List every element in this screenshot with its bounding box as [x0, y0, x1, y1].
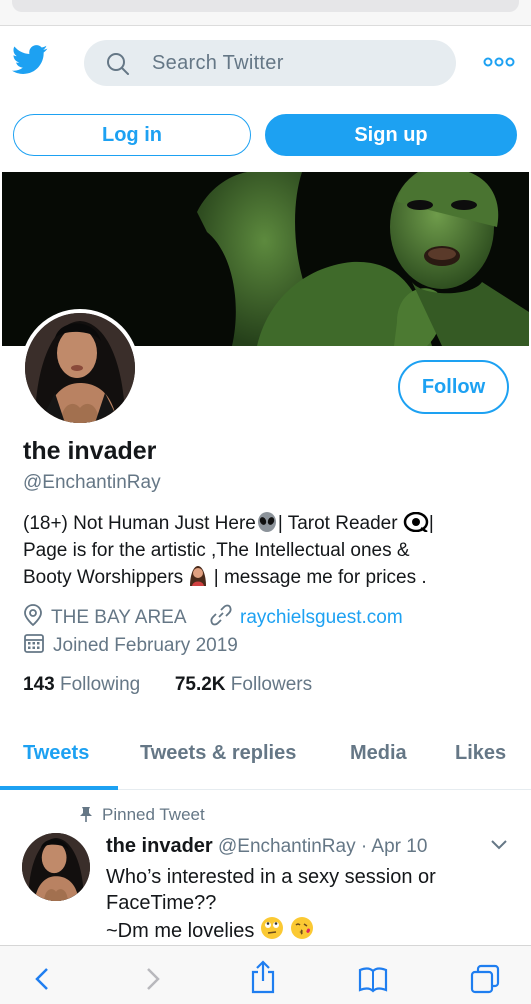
woman-emoji-icon [190, 566, 207, 586]
tweet-avatar-photo [22, 833, 90, 901]
twitter-bird-icon[interactable] [12, 44, 48, 76]
tweet-date[interactable]: Apr 10 [371, 836, 427, 857]
active-tab-indicator [0, 786, 118, 790]
bio-text: | message me for prices . [213, 567, 427, 588]
bio-text: | [428, 513, 434, 534]
profile-stats: 143 Following 75.2K Followers [23, 674, 312, 696]
location-icon [24, 604, 42, 626]
tweet-line: FaceTime?? [106, 892, 217, 914]
login-button[interactable]: Log in [13, 114, 251, 156]
following-link[interactable]: 143 Following [23, 674, 140, 695]
rolling-eyes-emoji-icon [260, 917, 283, 939]
profile-handle: @EnchantinRay [23, 472, 161, 493]
tweet-avatar[interactable] [22, 833, 90, 901]
forward-icon[interactable] [137, 964, 167, 994]
profile-website-link[interactable]: raychielsguest.com [240, 607, 403, 628]
tabs-icon[interactable] [470, 964, 500, 994]
tweet-author-handle[interactable]: @EnchantinRay [218, 836, 356, 857]
tab-tweets[interactable]: Tweets [23, 742, 89, 765]
follow-button[interactable]: Follow [398, 360, 509, 414]
more-icon[interactable] [482, 54, 516, 70]
link-icon [210, 604, 232, 626]
back-icon[interactable] [28, 964, 58, 994]
alien-emoji-icon [257, 512, 276, 532]
search-placeholder: Search Twitter [152, 52, 284, 74]
tweet-line: Who’s interested in a sexy session or [106, 866, 436, 888]
profile-meta-joined: Joined February 2019 [23, 632, 238, 657]
followers-label: Followers [230, 674, 313, 695]
search-input[interactable]: Search Twitter [84, 40, 456, 86]
bookmarks-icon[interactable] [358, 964, 388, 994]
eye-emoji-icon [403, 512, 429, 532]
tab-likes[interactable]: Likes [455, 742, 506, 765]
tweet-separator: · [360, 836, 368, 857]
chevron-down-icon[interactable] [490, 838, 508, 852]
browser-address-area [0, 0, 531, 26]
profile-joined: Joined February 2019 [53, 635, 238, 656]
kiss-emoji-icon [290, 917, 313, 939]
search-icon [107, 53, 129, 75]
app-header: Search Twitter [0, 27, 531, 97]
profile-name: the invader [23, 437, 157, 465]
signup-button[interactable]: Sign up [265, 114, 517, 156]
profile-avatar[interactable] [21, 309, 139, 427]
tweet-line: ~Dm me lovelies [106, 920, 255, 942]
pinned-label-text: Pinned Tweet [102, 805, 205, 824]
bio-text: Booty Worshippers [23, 567, 184, 588]
profile-meta-location-website: THE BAY AREA raychielsguest.com [23, 604, 403, 629]
followers-count: 75.2K [174, 674, 226, 695]
tweet-header: the invader @EnchantinRay · Apr 10 [106, 835, 427, 858]
bio-text: Page is for the artistic ,The Intellectu… [23, 540, 410, 561]
pin-icon [80, 807, 92, 822]
calendar-icon [24, 634, 44, 653]
tab-media[interactable]: Media [350, 742, 407, 765]
avatar-photo [25, 313, 135, 423]
tab-tweets-replies[interactable]: Tweets & replies [140, 742, 296, 765]
bio-text: (18+) Not Human Just Here [23, 513, 256, 534]
bio-text: | Tarot Reader [277, 513, 398, 534]
profile-bio: (18+) Not Human Just Here | Tarot Reader … [23, 510, 518, 591]
browser-toolbar [0, 945, 531, 1004]
tweet-text: Who’s interested in a sexy session or Fa… [106, 864, 506, 944]
followers-link[interactable]: 75.2K Followers [175, 674, 312, 695]
profile-tabs: Tweets Tweets & replies Media Likes [0, 722, 531, 790]
following-label: Following [59, 674, 141, 695]
pinned-tweet-label: Pinned Tweet [78, 805, 205, 825]
profile-location: THE BAY AREA [51, 607, 186, 628]
following-count: 143 [23, 674, 55, 695]
address-bar[interactable] [12, 0, 519, 12]
tweet-author-name[interactable]: the invader [106, 835, 213, 857]
share-icon[interactable] [248, 960, 278, 994]
